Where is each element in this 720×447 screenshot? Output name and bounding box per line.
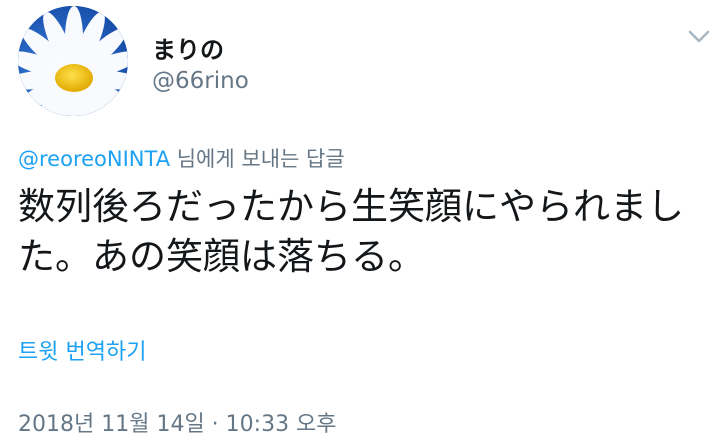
tweet-detail: まりの @66rino @reoreoNINTA 님에게 보내는 답글 数列後ろ…	[0, 0, 720, 447]
tweet-timestamp[interactable]: 2018년 11월 14일 · 10:33 오후	[18, 406, 337, 438]
avatar[interactable]	[18, 6, 128, 116]
chevron-down-icon[interactable]	[684, 24, 714, 48]
tweet-text: 数列後ろだったから生笑顔にやられました。あの笑顔は落ちる。	[18, 185, 684, 278]
daisy-flower-icon	[18, 6, 128, 116]
reply-context: @reoreoNINTA 님에게 보내는 답글	[18, 143, 345, 173]
reply-context-label: 님에게 보내는 답글	[170, 147, 345, 171]
translate-tweet-link[interactable]: 트윗 번역하기	[18, 334, 146, 366]
display-name[interactable]: まりの	[152, 30, 224, 65]
user-handle[interactable]: @66rino	[152, 68, 249, 94]
reply-mention-link[interactable]: @reoreoNINTA	[18, 147, 170, 171]
